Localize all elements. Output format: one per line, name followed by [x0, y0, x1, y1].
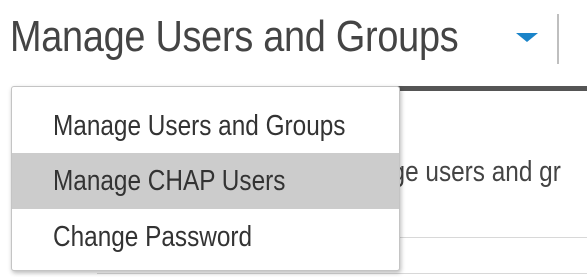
menu-item-manage-users-and-groups[interactable]: Manage Users and Groups	[12, 98, 399, 154]
menu-item-change-password[interactable]: Change Password	[12, 209, 399, 265]
menu-item-manage-chap-users[interactable]: Manage CHAP Users	[12, 153, 399, 209]
content-divider	[395, 237, 587, 238]
menu-item-label: Change Password	[53, 221, 253, 253]
menu-item-label: Manage CHAP Users	[53, 165, 286, 197]
page-header: Manage Users and Groups	[0, 0, 587, 86]
page-switcher-menu: Manage Users and Groups Manage CHAP User…	[11, 86, 400, 271]
page-title-dropdown-toggle[interactable]: Manage Users and Groups	[10, 6, 459, 68]
chevron-down-icon[interactable]	[516, 33, 538, 42]
header-divider	[557, 14, 559, 64]
content-divider-bottom	[97, 273, 587, 274]
page-description: age users and gr	[378, 156, 561, 188]
menu-item-label: Manage Users and Groups	[53, 110, 346, 142]
